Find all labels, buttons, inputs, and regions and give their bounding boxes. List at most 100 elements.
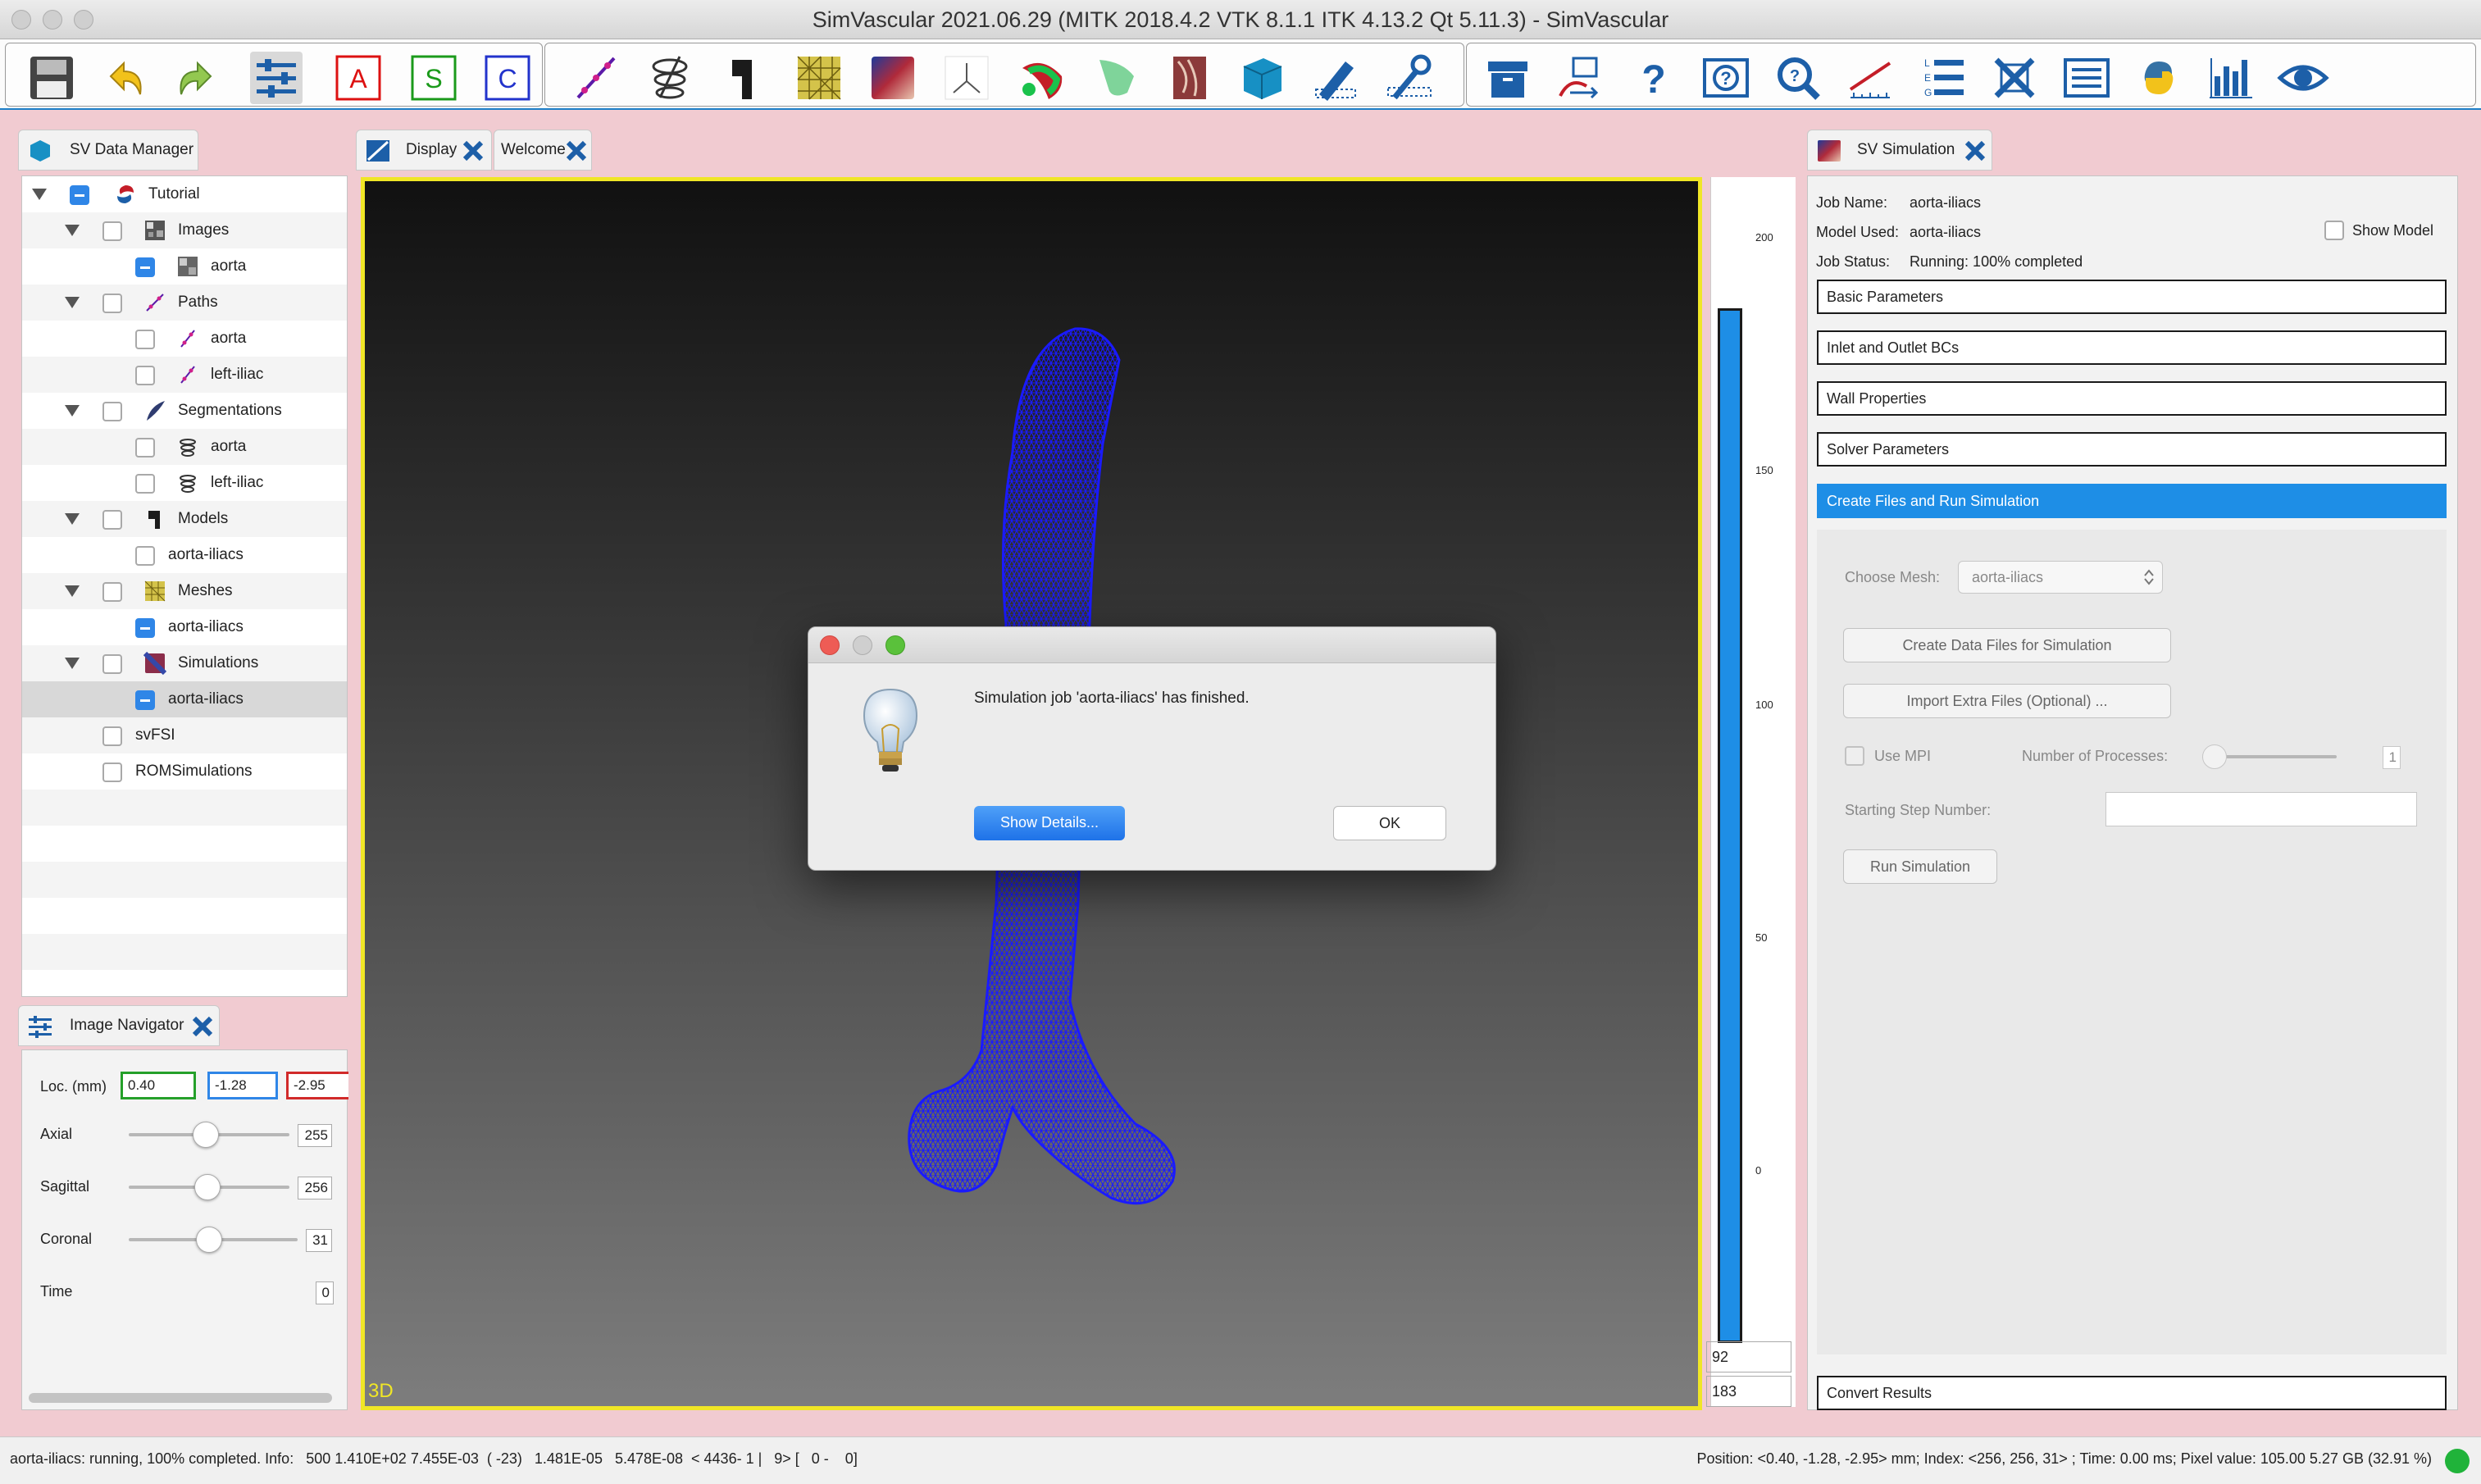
coronal-spinbox[interactable]: 31 [306,1229,332,1252]
level-window-ruler[interactable]: 200 150 100 50 0 92 183 [1706,177,1796,1407]
loc-x-input[interactable]: 0.40 [121,1072,196,1099]
show-model-checkbox[interactable] [2324,221,2344,240]
redo-icon[interactable] [170,52,222,104]
meshing-icon[interactable] [793,52,845,104]
visibility-icon[interactable] [2277,52,2329,104]
visibility-checkbox[interactable] [102,294,122,313]
simulation-icon[interactable] [867,52,919,104]
close-window-button[interactable] [11,10,31,30]
section-create-files-run-simulation[interactable]: Create Files and Run Simulation [1817,484,2447,518]
tree-row[interactable]: Models [22,501,347,537]
time-spinbox[interactable]: 0 [316,1281,334,1304]
section-wall-properties[interactable]: Wall Properties [1817,381,2447,416]
tree-row[interactable]: aorta-iliacs [22,681,347,717]
tree-row[interactable]: aorta [22,429,347,465]
tree-row[interactable]: aorta-iliacs [22,609,347,645]
visibility-checkbox[interactable] [102,402,122,421]
expand-arrow-icon[interactable] [32,189,47,200]
level-window-bar[interactable] [1718,308,1742,1343]
visibility-checkbox[interactable] [102,510,122,530]
loc-y-input[interactable]: -1.28 [207,1072,278,1099]
window-input[interactable]: 183 [1706,1376,1791,1407]
histogram-icon[interactable] [2205,52,2257,104]
visibility-checkbox[interactable] [135,366,155,385]
visibility-checkbox[interactable] [102,654,122,674]
point-set-icon[interactable] [940,52,993,104]
tab-display[interactable]: Display [356,130,492,171]
sagittal-slider[interactable] [194,1174,221,1200]
axial-spinbox[interactable]: 255 [298,1124,332,1147]
visibility-checkbox[interactable] [70,185,89,205]
search-icon[interactable]: ? [1772,52,1824,104]
tree-row[interactable]: svFSI [22,717,347,753]
starting-step-input[interactable] [2105,792,2417,826]
tree-row[interactable]: Paths [22,285,347,321]
tree-row[interactable]: aorta [22,321,347,357]
list-icon[interactable] [2060,52,2113,104]
visibility-checkbox[interactable] [135,257,155,277]
segmentation-icon[interactable] [644,52,696,104]
level-input[interactable]: 92 [1706,1341,1791,1372]
dialog-zoom-button[interactable] [885,635,905,655]
visibility-checkbox[interactable] [135,438,155,457]
legend-icon[interactable]: LEG [1916,52,1969,104]
coronal-view-icon[interactable]: C [481,52,534,104]
undo-icon[interactable] [99,52,152,104]
tree-row[interactable]: Meshes [22,573,347,609]
expand-arrow-icon[interactable] [65,297,80,308]
close-image-navigator-icon[interactable] [191,1015,214,1038]
measure-icon[interactable] [1844,52,1896,104]
run-simulation-button[interactable]: Run Simulation [1843,849,1997,884]
expand-arrow-icon[interactable] [65,513,80,525]
visibility-checkbox[interactable] [135,330,155,349]
tree-row[interactable]: left-iliac [22,465,347,501]
axial-slider[interactable] [193,1122,219,1148]
section-basic-parameters[interactable]: Basic Parameters [1817,280,2447,314]
tree-row[interactable]: ROMSimulations [22,753,347,790]
visibility-checkbox[interactable] [135,690,155,710]
tree-row[interactable]: left-iliac [22,357,347,393]
tree-row[interactable]: Images [22,212,347,248]
tab-image-navigator[interactable]: Image Navigator [18,1005,220,1046]
use-mpi-checkbox[interactable] [1845,746,1864,766]
create-data-files-button[interactable]: Create Data Files for Simulation [1843,628,2171,662]
save-icon[interactable] [25,52,78,104]
loc-z-input[interactable]: -2.95 [286,1072,348,1099]
choose-mesh-select[interactable]: aorta-iliacs [1958,561,2163,594]
close-simulation-icon[interactable] [1964,139,1987,162]
tree-row[interactable]: Segmentations [22,393,347,429]
ok-button[interactable]: OK [1333,806,1446,840]
tab-sv-data-manager[interactable]: SV Data Manager [18,130,198,171]
tree-row[interactable]: aorta [22,248,347,285]
expand-arrow-icon[interactable] [65,585,80,597]
import-extra-files-button[interactable]: Import Extra Files (Optional) ... [1843,684,2171,718]
view-config-icon[interactable] [1988,52,2041,104]
modeling-icon[interactable] [717,52,770,104]
close-welcome-icon[interactable] [565,139,588,162]
axial-view-icon[interactable]: A [332,52,385,104]
coronal-slider[interactable] [196,1227,222,1253]
image-navigator-icon[interactable] [250,52,303,104]
convert-results-button[interactable]: Convert Results [1817,1376,2447,1410]
expand-arrow-icon[interactable] [65,225,80,236]
num-processes-slider[interactable] [2202,744,2227,769]
tab-welcome[interactable]: Welcome [494,130,592,171]
path-planning-icon[interactable] [570,52,622,104]
section-solver-parameters[interactable]: Solver Parameters [1817,432,2447,467]
tools-icon[interactable] [1383,52,1436,104]
visibility-checkbox[interactable] [102,582,122,602]
section-inlet-outlet-bcs[interactable]: Inlet and Outlet BCs [1817,330,2447,365]
expand-arrow-icon[interactable] [65,405,80,417]
tree-row[interactable]: Simulations [22,645,347,681]
minimize-window-button[interactable] [43,10,62,30]
visibility-checkbox[interactable] [102,726,122,746]
visibility-checkbox[interactable] [102,762,122,782]
dialog-close-button[interactable] [820,635,840,655]
cube-icon[interactable] [1236,52,1288,104]
tab-sv-simulation[interactable]: SV Simulation [1807,130,1992,171]
probe-icon[interactable] [1016,52,1068,104]
expand-arrow-icon[interactable] [65,658,80,669]
num-processes-spinbox[interactable]: 1 [2383,746,2401,769]
visibility-checkbox[interactable] [102,221,122,241]
image-swap-icon[interactable] [1554,52,1606,104]
